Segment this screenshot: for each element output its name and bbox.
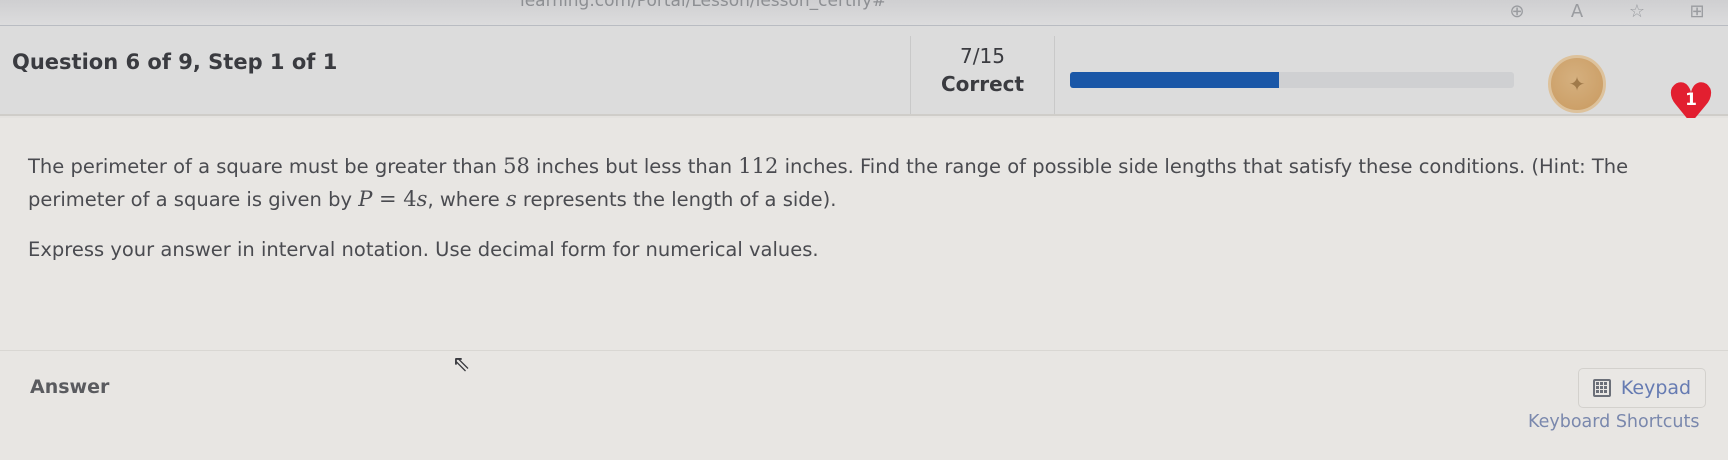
lives-count: 1 — [1685, 90, 1697, 110]
score-box: 7/15 Correct — [910, 36, 1055, 114]
keypad-label: Keypad — [1620, 377, 1692, 399]
math-value: 112 — [738, 154, 779, 178]
achievement-badge-icon[interactable]: ✦ — [1548, 55, 1606, 113]
mouse-cursor-icon: ⇖ — [452, 352, 471, 377]
instructions-text: Express your answer in interval notation… — [28, 238, 819, 261]
collections-icon[interactable]: ⊞ — [1684, 1, 1710, 22]
math-variable: s — [505, 187, 517, 211]
math-value: 58 — [503, 154, 530, 178]
question-body: The perimeter of a square must be greate… — [0, 118, 1728, 460]
zoom-icon[interactable]: ⊕ — [1504, 1, 1530, 22]
math-variable: s — [416, 187, 428, 211]
section-divider — [0, 350, 1728, 351]
browser-toolbar: learning.com/Portal/Lesson/lesson_certif… — [0, 0, 1728, 26]
progress-bar-fill — [1070, 72, 1279, 88]
score-status: Correct — [940, 72, 1025, 96]
answer-label: Answer — [30, 376, 110, 398]
math-expression: = 4 — [372, 187, 417, 211]
keyboard-shortcuts-link[interactable]: Keyboard Shortcuts — [1528, 412, 1699, 432]
math-variable: P — [358, 187, 373, 211]
question-title: Question 6 of 9, Step 1 of 1 — [12, 50, 338, 74]
favorites-icon[interactable]: ☆ — [1624, 1, 1650, 22]
question-header: Question 6 of 9, Step 1 of 1 7/15 Correc… — [0, 26, 1728, 133]
keypad-button[interactable]: Keypad — [1578, 368, 1706, 408]
address-bar-url[interactable]: learning.com/Portal/Lesson/lesson_certif… — [520, 0, 886, 11]
progress-bar — [1070, 72, 1514, 88]
problem-text: The perimeter of a square must be greate… — [28, 154, 1629, 211]
keypad-icon — [1592, 379, 1611, 397]
read-aloud-icon[interactable]: A — [1564, 1, 1590, 22]
score-value: 7/15 — [960, 44, 1005, 68]
